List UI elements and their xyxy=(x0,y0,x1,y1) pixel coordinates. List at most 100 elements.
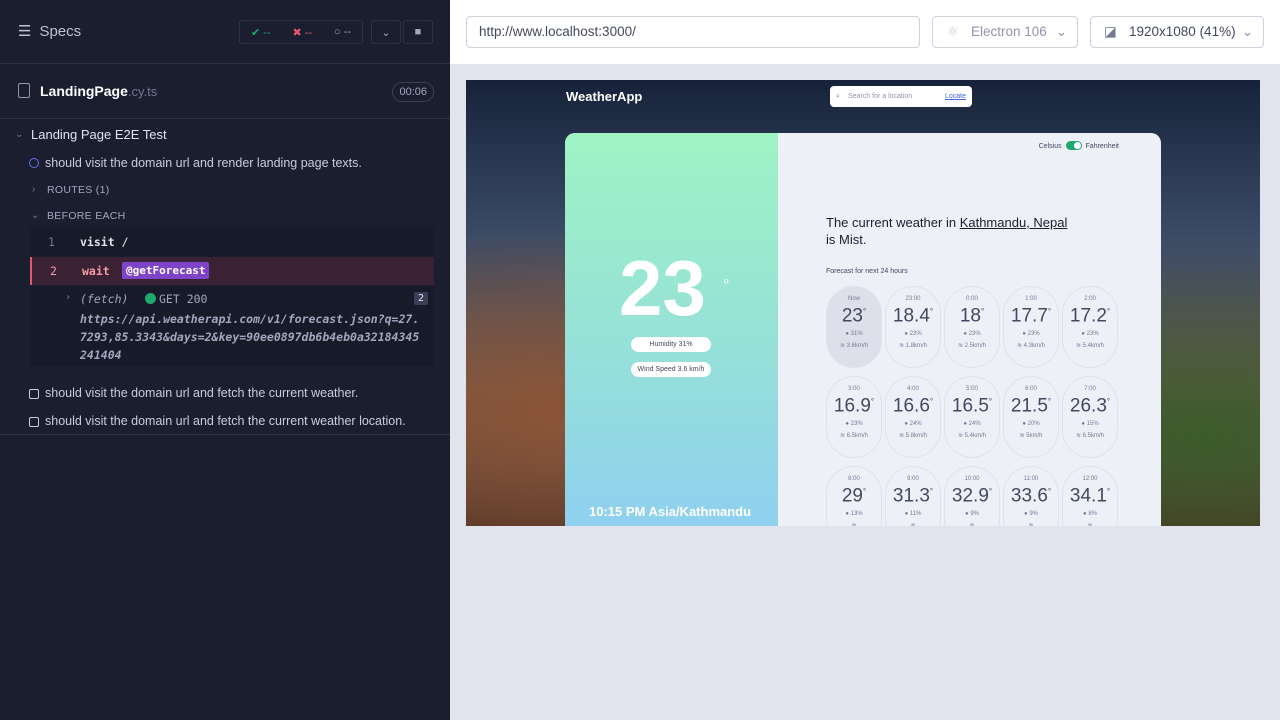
wind-icon: ≋ xyxy=(1075,343,1083,350)
humidity-pill: Humidity 31% xyxy=(631,337,711,352)
hour-temp: 18° xyxy=(959,305,985,327)
hour-card: 11:0033.6°● 9%≋ xyxy=(1003,466,1059,526)
test-pending-icon xyxy=(29,417,39,427)
hour-card: 10:0032.9°● 9%≋ xyxy=(944,466,1000,526)
toggle-switch[interactable] xyxy=(1065,141,1082,150)
fetch-chevron-icon[interactable]: › xyxy=(65,292,71,303)
hour-wind: ≋ 1.8km/h xyxy=(898,343,928,350)
hour-wind: ≋ xyxy=(945,522,999,526)
local-time: 10:15 PM Asia/Kathmandu xyxy=(589,504,752,519)
hour-card: 5:00 16.5° ● 24% ≋ 5.4km/h xyxy=(944,376,1000,458)
test-title[interactable]: should visit the domain url and fetch th… xyxy=(45,414,406,428)
hour-wind: ≋ 5.4km/h xyxy=(957,433,987,440)
running-icon xyxy=(29,158,39,168)
hour-card: 12:0034.1°● 8%≋ xyxy=(1062,466,1118,526)
command-name: visit / xyxy=(80,235,129,249)
search-icon: ⌕ xyxy=(836,93,840,100)
hour-humidity: ● 24% xyxy=(963,421,981,428)
hour-card: 9:0031.3°● 11%≋ xyxy=(885,466,941,526)
hour-humidity: ● 13% xyxy=(845,511,863,518)
hour-wind: ≋ 5km/h xyxy=(1019,433,1043,440)
app-under-test: WeatherApp ⌕ Search for a location Locat… xyxy=(466,80,1260,526)
hour-temp: 17.7° xyxy=(1010,305,1052,327)
test-pending-icon xyxy=(29,389,39,399)
viewport-info[interactable]: ◪ 1920x1080 (41%) ⌄ xyxy=(1090,16,1264,48)
hour-humidity: ● 23% xyxy=(845,421,863,428)
hour-temp: 29° xyxy=(841,485,867,507)
stop-button[interactable]: ■ xyxy=(403,20,433,44)
hour-temp: 34.1° xyxy=(1069,485,1111,507)
hour-temp: 16.5° xyxy=(951,395,993,417)
app-logo[interactable]: WeatherApp xyxy=(566,89,642,104)
wind-pill: Wind Speed 3.6 km/h xyxy=(631,362,711,377)
hour-wind: ≋ 5.4km/h xyxy=(1075,343,1105,350)
wind-icon: ≋ xyxy=(1087,523,1092,526)
suite-chevron-icon[interactable]: ⌄ xyxy=(15,129,23,140)
routes-chevron-icon[interactable]: › xyxy=(32,184,35,195)
hour-humidity: ● 23% xyxy=(1022,331,1040,338)
command-wait[interactable]: 2 wait @getForecast xyxy=(30,257,434,285)
test-title[interactable]: should visit the domain url and fetch th… xyxy=(45,386,358,400)
auto-scroll-button[interactable]: ⌄ xyxy=(371,20,401,44)
routes-section[interactable]: ROUTES (1) xyxy=(47,184,110,196)
runner-panel: ☰ Specs ✔ -- ✖ -- ○ -- ⌄ ■ LandingPage.c… xyxy=(0,0,450,720)
hour-wind: ≋ xyxy=(1004,522,1058,526)
aut-header: http://www.localhost:3000/ ⚛ Electron 10… xyxy=(450,0,1280,64)
command-number: 1 xyxy=(48,235,55,249)
weather-card: 23 ° Humidity 31% Wind Speed 3.6 km/h 10… xyxy=(565,133,1161,526)
wind-icon: ≋ xyxy=(957,343,965,350)
hour-card: 3:00 16.9° ● 23% ≋ 6.5km/h xyxy=(826,376,882,458)
forecast-title: Forecast for next 24 hours xyxy=(826,268,908,275)
chevron-down-icon: ⌄ xyxy=(381,26,391,39)
viewport-label: 1920x1080 (41%) xyxy=(1129,24,1236,39)
wind-icon: ≋ xyxy=(1028,523,1033,526)
url-bar[interactable]: http://www.localhost:3000/ xyxy=(466,16,920,48)
before-each-chevron-icon[interactable]: ⌄ xyxy=(31,210,39,221)
spec-header: LandingPage.cy.ts 00:06 xyxy=(0,64,450,119)
hour-card: 0:00 18° ● 23% ≋ 2.5km/h xyxy=(944,286,1000,368)
specs-title: Specs xyxy=(39,22,82,40)
hour-temp: 16.9° xyxy=(833,395,875,417)
test-title[interactable]: should visit the domain url and render l… xyxy=(45,156,362,170)
command-visit[interactable]: 1 visit / xyxy=(30,228,434,256)
browser-select[interactable]: ⚛ Electron 106 ⌄ xyxy=(932,16,1078,48)
unit-toggle[interactable]: Celsius Fahrenheit xyxy=(1039,141,1119,150)
wind-icon: ≋ xyxy=(910,523,915,526)
specs-toggle[interactable]: ☰ Specs xyxy=(18,22,82,41)
degree-symbol: ° xyxy=(723,277,730,294)
hour-wind: ≋ xyxy=(1063,522,1117,526)
hour-temp: 32.9° xyxy=(951,485,993,507)
hour-humidity: ● 23% xyxy=(904,331,922,338)
wind-icon: ≋ xyxy=(839,433,847,440)
duration-badge: 00:06 xyxy=(392,82,434,102)
ruler-icon: ◪ xyxy=(1104,24,1117,39)
hour-humidity: ● 20% xyxy=(1022,421,1040,428)
hour-wind: ≋ 6.5km/h xyxy=(839,433,869,440)
command-number: 2 xyxy=(50,264,57,278)
hour-temp: 33.6° xyxy=(1010,485,1052,507)
current-temp: 23 xyxy=(619,244,706,332)
hour-humidity: ● 9% xyxy=(965,511,979,518)
stop-icon: ■ xyxy=(414,26,422,38)
divider xyxy=(0,434,450,435)
pending-count: ○ -- xyxy=(333,26,352,38)
hour-temp: 21.5° xyxy=(1010,395,1052,417)
runner-header: ☰ Specs ✔ -- ✖ -- ○ -- ⌄ ■ xyxy=(0,0,450,64)
browser-label: Electron 106 xyxy=(971,24,1047,39)
spec-name: LandingPage.cy.ts xyxy=(40,83,158,99)
location-search[interactable]: ⌕ Search for a location Locate xyxy=(830,86,972,107)
before-each-section[interactable]: BEFORE EACH xyxy=(47,210,126,222)
fetch-label: (fetch) xyxy=(80,292,129,306)
fetch-count-badge: 2 xyxy=(413,292,428,305)
location-link[interactable]: Kathmandu, Nepal xyxy=(960,215,1068,230)
command-fetch[interactable]: › (fetch) GET 200 https://api.weatherapi… xyxy=(30,286,434,366)
command-name: wait xyxy=(82,264,110,278)
hour-humidity: ● 15% xyxy=(1081,421,1099,428)
hour-card: 8:0029°● 13%≋ xyxy=(826,466,882,526)
hour-card: 23:00 18.4° ● 23% ≋ 1.8km/h xyxy=(885,286,941,368)
hour-wind: ≋ 5.8km/h xyxy=(898,433,928,440)
locate-button[interactable]: Locate xyxy=(945,86,966,107)
wind-icon: ≋ xyxy=(957,433,965,440)
specs-icon: ☰ xyxy=(18,23,32,40)
suite-title[interactable]: Landing Page E2E Test xyxy=(31,127,167,142)
